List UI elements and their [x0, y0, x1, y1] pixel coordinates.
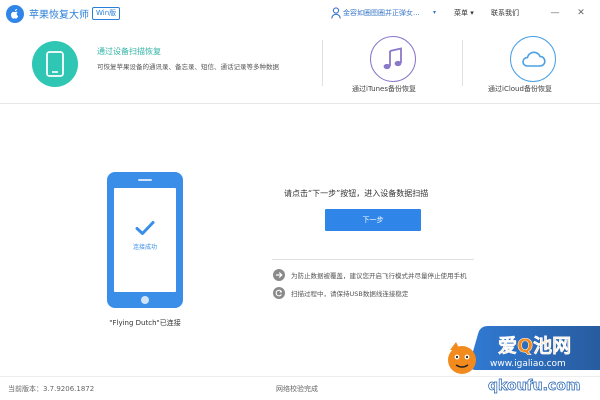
version-badge: Win版 — [92, 7, 121, 20]
connection-status-text: 连接成功 — [132, 244, 157, 251]
next-step-button[interactable]: 下一步 — [325, 209, 421, 231]
device-scan-mode-description: 可恢复苹果设备的通讯录、备忘录、短信、通话记录等多种数据 — [97, 63, 279, 71]
phone-home-button — [141, 296, 149, 304]
title-bar: 苹果恢复大师 Win版 金容如圈图圈并正弹女... ▾ 菜单 ▾ 联系我们 — … — [0, 0, 600, 28]
cloud-icon[interactable] — [510, 36, 556, 82]
user-account-link[interactable]: 金容如圈图圈并正弹女... — [343, 8, 439, 18]
tip-text: 为防止数据被覆盖，建议您开启飞行模式并尽量停止使用手机 — [291, 272, 467, 280]
icloud-backup-mode-label[interactable]: 通过iCloud备份恢复 — [488, 84, 552, 94]
user-icon[interactable] — [331, 7, 341, 19]
phone-screen: 连接成功 — [114, 188, 176, 292]
check-icon — [135, 221, 155, 235]
watermark-title: 爱Q池网 — [498, 334, 571, 357]
watermark-subtitle: qkoufu.com — [488, 378, 580, 394]
network-status-label: 网络校验完成 — [276, 385, 318, 393]
itunes-backup-mode-label[interactable]: 通过iTunes备份恢复 — [352, 84, 416, 94]
menu-button[interactable]: 菜单 ▾ — [454, 8, 474, 18]
recovery-mode-bar: 通过设备扫描恢复 可恢复苹果设备的通讯录、备忘录、短信、通话记录等多种数据 通过… — [0, 28, 600, 104]
contact-us-button[interactable]: 联系我们 — [491, 8, 519, 18]
scan-prompt-text: 请点击“下一步”按钮，进入设备数据扫描 — [284, 189, 429, 198]
connected-phone-illustration: 连接成功 — [107, 172, 183, 308]
device-connected-caption: "Flying Dutch"已连接 — [109, 319, 181, 327]
app-title: 苹果恢复大师 — [29, 10, 89, 21]
music-note-icon[interactable] — [370, 36, 416, 82]
divider — [462, 40, 463, 86]
chevron-down-icon[interactable]: ▾ — [433, 9, 436, 16]
divider — [322, 40, 323, 86]
mascot-icon — [448, 342, 476, 374]
watermark-url: www.igaliao.com — [490, 359, 566, 369]
minimize-button[interactable]: — — [548, 6, 562, 20]
phone-speaker — [138, 179, 152, 181]
phone-icon[interactable] — [32, 41, 78, 87]
refresh-icon — [273, 287, 285, 299]
tip-row: 扫描过程中，请保持USB数据线连接稳定 — [273, 287, 408, 299]
version-label: 当前版本：3.7.9206.1872 — [8, 385, 95, 393]
tip-row: 为防止数据被覆盖，建议您开启飞行模式并尽量停止使用手机 — [273, 269, 467, 281]
separator — [272, 259, 474, 260]
close-button[interactable]: ✕ — [574, 6, 588, 20]
device-scan-mode-title[interactable]: 通过设备扫描恢复 — [97, 46, 161, 57]
site-watermark: 爱Q池网 www.igaliao.com qkoufu.com — [448, 326, 600, 394]
app-logo-icon — [6, 5, 24, 23]
arrow-right-icon — [273, 269, 285, 281]
tip-text: 扫描过程中，请保持USB数据线连接稳定 — [291, 290, 409, 298]
